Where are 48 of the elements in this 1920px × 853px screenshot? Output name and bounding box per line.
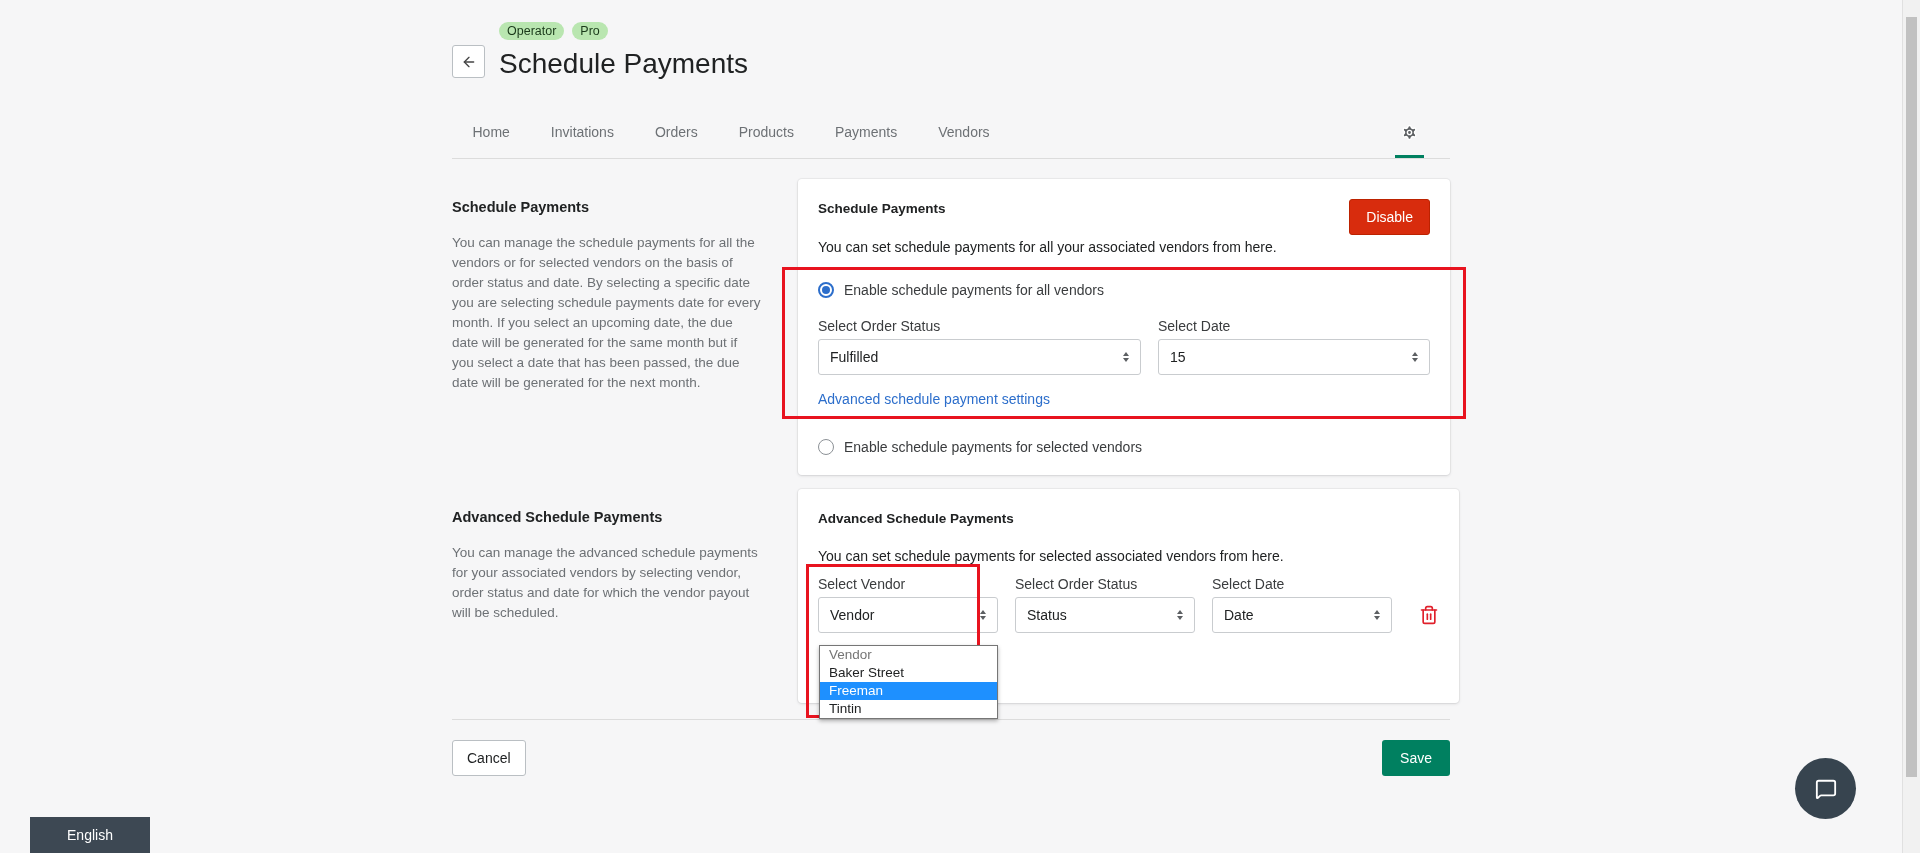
cancel-button[interactable]: Cancel bbox=[452, 740, 526, 776]
scrollbar[interactable] bbox=[1902, 0, 1920, 853]
nav-tab[interactable]: Payments bbox=[814, 109, 918, 158]
card-title: Schedule Payments bbox=[818, 200, 946, 216]
dropdown-option[interactable]: Tintin bbox=[820, 700, 997, 718]
save-button[interactable]: Save bbox=[1382, 740, 1450, 776]
card-subtitle: You can set schedule payments for selected associated vendors from here. bbox=[818, 548, 1285, 564]
section-heading: Schedule Payments bbox=[452, 199, 590, 215]
section-heading: Advanced Schedule Payments bbox=[452, 509, 664, 525]
field-label: Select Date bbox=[1158, 318, 1232, 334]
select-arrows-icon bbox=[1373, 610, 1381, 620]
field-label: Select Order Status bbox=[1015, 576, 1139, 592]
role-badge: Operator bbox=[499, 22, 565, 40]
chat-button[interactable] bbox=[1795, 758, 1856, 819]
dropdown-option[interactable]: Vendor bbox=[820, 646, 997, 664]
advanced-settings-link[interactable]: Advanced schedule payment settings bbox=[818, 391, 1050, 407]
card-title: Advanced Schedule Payments bbox=[818, 510, 1015, 526]
select-field[interactable]: 15 bbox=[1158, 339, 1430, 375]
nav-tab[interactable]: Orders bbox=[634, 109, 719, 158]
select-field[interactable]: Date bbox=[1212, 597, 1392, 633]
nav-tab[interactable]: Invitations bbox=[530, 109, 635, 158]
select-arrows-icon bbox=[1122, 352, 1130, 362]
radio-option[interactable]: Enable schedule payments for all vendors bbox=[818, 278, 1430, 302]
select-arrows-icon bbox=[1176, 610, 1184, 620]
delete-icon[interactable] bbox=[1419, 605, 1439, 625]
disable-button[interactable]: Disable bbox=[1349, 199, 1430, 235]
field-label: Select Order Status bbox=[818, 318, 942, 334]
field-label: Select Vendor bbox=[818, 576, 907, 592]
select-field[interactable]: Status bbox=[1015, 597, 1195, 633]
select-arrows-icon bbox=[979, 610, 987, 620]
dropdown-option[interactable]: Baker Street bbox=[820, 664, 997, 682]
radio-option[interactable]: Enable schedule payments for selected vendors bbox=[818, 435, 1430, 459]
section-description: You can manage the schedule payments for all the vendors or for selected vendors on the basis of order status and date. By selecting a specific date you are selecting schedule payments date for every month. If you select an upcoming date, the due date will be generated for the same month but if you select a date that has been passed, the due date will be generated for the next month. bbox=[452, 234, 762, 392]
field-label: Select Date bbox=[1212, 576, 1286, 592]
language-selector[interactable]: English bbox=[30, 817, 150, 853]
nav-tab[interactable]: Home bbox=[452, 109, 531, 158]
role-badge: Pro bbox=[572, 22, 608, 40]
select-field[interactable]: Fulfilled bbox=[818, 339, 1141, 375]
nav-tab[interactable]: Vendors bbox=[917, 109, 1011, 158]
back-button[interactable] bbox=[452, 45, 485, 78]
settings-icon bbox=[1401, 123, 1418, 141]
select-arrows-icon bbox=[1411, 352, 1419, 362]
nav-tab[interactable]: Products bbox=[718, 109, 815, 158]
section-description: You can manage the advanced schedule payments for your associated vendors by selecting vendor, order status and date for which the vendor payout will be scheduled. bbox=[452, 544, 759, 622]
page-title: Schedule Payments bbox=[499, 47, 749, 81]
select-field[interactable]: Vendor bbox=[818, 597, 998, 633]
card-subtitle: You can set schedule payments for all your associated vendors from here. bbox=[818, 239, 1278, 255]
chat-icon bbox=[1814, 777, 1837, 800]
